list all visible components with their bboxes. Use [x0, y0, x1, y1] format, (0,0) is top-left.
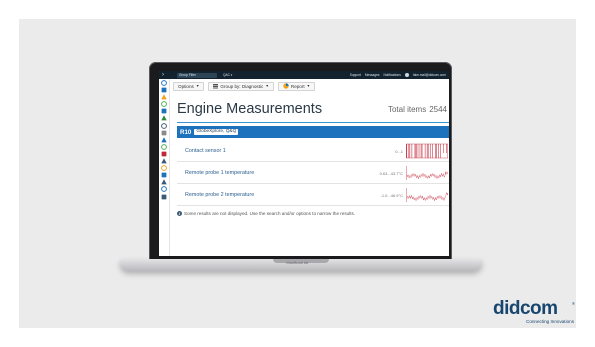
sliders-icon[interactable] [161, 179, 167, 185]
sidebar [159, 79, 170, 256]
company-select-label: QAC [223, 73, 230, 77]
measurement-name[interactable]: Contact sensor 1 [185, 148, 226, 154]
probe-1-sparkline [406, 166, 448, 180]
measurement-name[interactable]: Remote probe 1 temperature [185, 170, 254, 176]
group-by-label: Group by: Diagnostic [220, 83, 264, 89]
group-name-badge: GlobeXplore, Q&Q [194, 129, 239, 135]
notifications-link[interactable]: Notifications [383, 73, 400, 77]
expand-arrow-icon[interactable]: › [162, 71, 164, 79]
group-by-button[interactable]: Group by: Diagnostic ▼ [208, 81, 274, 91]
brand-tagline: Connecting Innovations [526, 319, 575, 324]
measurement-row[interactable]: Remote probe 2 temperature -1.0...46.9°C [177, 184, 449, 206]
caret-down-icon: ▼ [195, 84, 200, 88]
info-icon: i [177, 211, 182, 216]
report-icon[interactable] [161, 165, 167, 172]
contact-sensor-sparkline [406, 143, 448, 159]
account-select-label: Group Filter [179, 73, 196, 77]
measurement-range: 0.63...43.7°C [379, 170, 403, 176]
results-notice: i Some results are not displayed. Use th… [177, 211, 355, 216]
brand-reg-mark: ® [572, 301, 575, 306]
search-icon[interactable] [161, 80, 167, 86]
laptop-model-label: MacBook Air [286, 260, 309, 265]
block-icon[interactable] [161, 151, 167, 157]
total-items-count: 2544 [429, 105, 447, 114]
gear-icon[interactable] [161, 158, 167, 164]
measurement-name[interactable]: Remote probe 2 temperature [185, 192, 254, 198]
map-pin-icon[interactable] [161, 94, 167, 100]
help-icon[interactable] [161, 194, 167, 200]
measurement-list: Contact sensor 1 0...1 Remote probe 1 te… [177, 140, 449, 206]
brand-name: didcom [493, 298, 558, 319]
zone-icon[interactable] [161, 108, 167, 114]
measurement-row[interactable]: Remote probe 1 temperature 0.63...43.7°C [177, 162, 449, 184]
trips-icon[interactable] [161, 101, 167, 108]
activity-icon[interactable] [161, 172, 167, 178]
report-button[interactable]: Report ▼ [277, 81, 316, 91]
measurement-range: 0...1 [395, 148, 403, 154]
group-header[interactable]: R10 GlobeXplore, Q&Q [177, 126, 449, 138]
fuel-icon[interactable] [161, 137, 167, 143]
group-id: R10 [180, 128, 192, 136]
measurement-row[interactable]: Contact sensor 1 0...1 [177, 140, 449, 162]
support-link[interactable]: Support [350, 73, 361, 77]
top-bar: › Group Filter QAC ▾ Support Messages No… [159, 71, 449, 79]
account-select[interactable]: Group Filter [177, 72, 217, 78]
engine-icon[interactable] [161, 122, 167, 129]
rules-icon[interactable] [161, 115, 167, 121]
dashboard-icon[interactable] [161, 87, 167, 93]
top-bar-links: Support Messages Notifications fake.mail… [350, 73, 449, 77]
messages-link[interactable]: Messages [365, 73, 380, 77]
measurement-range: -1.0...46.9°C [380, 192, 404, 198]
options-button[interactable]: Options ▼ [173, 81, 205, 91]
location-icon[interactable] [161, 186, 167, 193]
laptop-screen: › Group Filter QAC ▾ Support Messages No… [159, 71, 449, 256]
caret-down-icon: ▼ [306, 84, 311, 88]
page-title: Engine Measurements [177, 101, 323, 117]
results-notice-text: Some results are not displayed. Use the … [184, 211, 356, 216]
didcom-logo: didcom ® Connecting Innovations [493, 298, 575, 327]
probe-2-sparkline [406, 188, 448, 202]
report-icon [283, 83, 289, 89]
total-items: Total items 2544 [388, 105, 447, 114]
user-menu[interactable]: fake.mail@didcom.com [413, 73, 446, 77]
user-icon [404, 73, 409, 77]
toolbar: Options ▼ Group by: Diagnostic ▼ Report … [173, 81, 316, 91]
settings-icon[interactable] [161, 143, 167, 150]
group-icon [213, 83, 219, 88]
report-label: Report [290, 83, 305, 89]
total-items-label: Total items [387, 105, 427, 114]
options-label: Options [178, 83, 194, 89]
title-divider [177, 122, 449, 123]
company-select[interactable]: QAC ▾ [223, 73, 232, 77]
caret-down-icon: ▼ [265, 84, 269, 88]
maintenance-icon[interactable] [161, 130, 167, 136]
chevron-down-icon: ▾ [229, 73, 233, 77]
